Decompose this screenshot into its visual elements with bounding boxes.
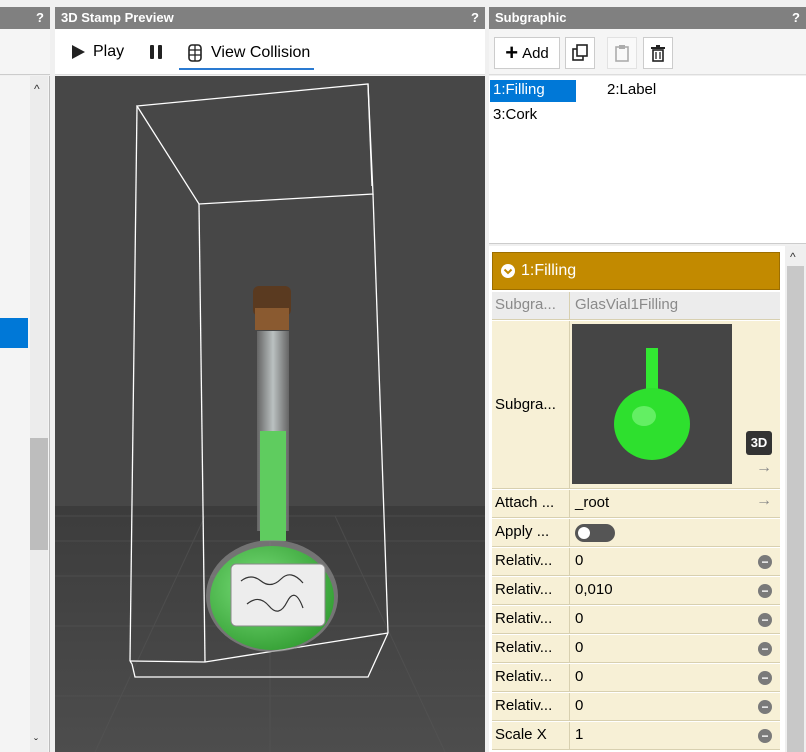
- add-label: Add: [522, 44, 549, 62]
- subgraphic-list[interactable]: 1:Filling 2:Label 3:Cork: [489, 76, 806, 244]
- property-value[interactable]: 0−: [570, 606, 780, 633]
- value-text: 0: [575, 610, 584, 627]
- pause-icon: [150, 45, 162, 59]
- copy-button[interactable]: [565, 37, 595, 69]
- property-key: Relativ...: [492, 664, 570, 691]
- value-text: 0: [575, 639, 584, 656]
- value-text: 1: [575, 726, 584, 743]
- filling-section-title: 1:Filling: [521, 262, 577, 279]
- property-row-relative: Relativ... 0−: [492, 548, 780, 576]
- property-value[interactable]: 0−: [570, 693, 780, 720]
- property-key: Relativ...: [492, 577, 570, 604]
- property-scrollbar-thumb[interactable]: [787, 266, 804, 752]
- minus-circle-icon[interactable]: −: [758, 642, 772, 656]
- subgraphic-title-text: Subgraphic: [495, 10, 567, 25]
- property-value[interactable]: 0−: [570, 664, 780, 691]
- arrow-right-icon[interactable]: →: [756, 492, 772, 510]
- property-key: Relativ...: [492, 635, 570, 662]
- chevron-down-icon: [501, 264, 515, 278]
- copy-icon: [572, 44, 588, 61]
- play-button[interactable]: Play: [69, 37, 124, 67]
- property-key: Scale X: [492, 722, 570, 749]
- 3d-viewport[interactable]: [55, 76, 485, 752]
- property-key: Apply ...: [492, 519, 570, 546]
- minus-circle-icon[interactable]: −: [758, 671, 772, 685]
- value-text: 0: [575, 552, 584, 569]
- property-row-attach: Attach ... _root →: [492, 490, 780, 518]
- play-icon: [72, 45, 85, 59]
- apply-toggle[interactable]: [575, 524, 615, 542]
- minus-circle-icon[interactable]: −: [758, 555, 772, 569]
- scroll-up-icon[interactable]: ^: [34, 82, 40, 96]
- scroll-down-icon[interactable]: ˇ: [34, 736, 38, 750]
- property-key: Relativ...: [492, 606, 570, 633]
- property-key: Subgra...: [492, 292, 570, 319]
- minus-circle-icon[interactable]: −: [758, 700, 772, 714]
- property-row-relative: Relativ... 0−: [492, 664, 780, 692]
- value-text: 0: [575, 697, 584, 714]
- 3d-badge[interactable]: 3D: [746, 431, 772, 455]
- property-key: Attach ...: [492, 490, 570, 517]
- property-row-subgraphic-preview: Subgra... 3D →: [492, 321, 780, 489]
- minus-circle-icon[interactable]: −: [758, 613, 772, 627]
- collision-icon: [188, 43, 202, 62]
- subgraphic-toolbar: + Add: [489, 29, 806, 75]
- left-help-button[interactable]: ?: [36, 10, 44, 25]
- property-value[interactable]: 1−: [570, 722, 780, 749]
- minus-circle-icon[interactable]: −: [758, 584, 772, 598]
- preview-panel-title: 3D Stamp Preview ?: [55, 7, 485, 29]
- property-row-relative: Relativ... 0,010 −: [492, 577, 780, 605]
- property-key: Relativ...: [492, 693, 570, 720]
- left-toolbar: [0, 29, 50, 75]
- preview-title-text: 3D Stamp Preview: [61, 10, 174, 25]
- left-scrollbar-thumb[interactable]: [30, 438, 48, 550]
- left-panel-title: ?: [0, 7, 50, 29]
- minus-circle-icon[interactable]: −: [758, 729, 772, 743]
- paste-button[interactable]: [607, 37, 637, 69]
- preview-toolbar: Play View Collision: [55, 29, 485, 75]
- left-list-selected-item[interactable]: [0, 318, 28, 348]
- add-button[interactable]: + Add: [494, 37, 560, 69]
- trash-icon: [651, 45, 665, 62]
- subgraphic-item-cork[interactable]: 3:Cork: [490, 105, 540, 127]
- left-scrollbar[interactable]: [30, 76, 48, 752]
- view-collision-button[interactable]: View Collision: [179, 37, 315, 70]
- pause-button[interactable]: [147, 37, 165, 67]
- plus-icon: +: [505, 40, 519, 65]
- filling-thumbnail: [572, 324, 732, 484]
- property-row-relative: Relativ... 0−: [492, 606, 780, 634]
- subgraphic-item-filling[interactable]: 1:Filling: [490, 80, 576, 102]
- property-value-apply: [570, 519, 780, 546]
- play-label: Play: [93, 43, 125, 60]
- property-value: GlasVial1Filling: [575, 296, 679, 313]
- delete-button[interactable]: [643, 37, 673, 69]
- filling-section-header[interactable]: 1:Filling: [492, 252, 780, 290]
- arrow-right-icon[interactable]: →: [756, 459, 772, 477]
- property-value-preview[interactable]: 3D →: [570, 321, 780, 488]
- property-value-attach[interactable]: _root →: [570, 490, 780, 517]
- subgraphic-panel-title: Subgraphic ?: [489, 7, 806, 29]
- value-text: 0,010: [575, 581, 613, 598]
- attach-value: _root: [575, 494, 610, 511]
- value-text: 0: [575, 668, 584, 685]
- property-row-apply: Apply ...: [492, 519, 780, 547]
- vial-scene: [55, 76, 485, 752]
- property-row-relative: Relativ... 0−: [492, 693, 780, 721]
- preview-help-button[interactable]: ?: [471, 10, 479, 25]
- subgraphic-help-button[interactable]: ?: [792, 10, 800, 25]
- property-row-relative: Relativ... 0−: [492, 635, 780, 663]
- property-row-scale-x: Scale X 1−: [492, 722, 780, 750]
- property-key: Subgra...: [492, 321, 570, 488]
- property-row-subgraphic-name: Subgra... GlasVial1Filling: [492, 292, 780, 320]
- subgraphic-item-label[interactable]: 2:Label: [604, 80, 659, 102]
- paste-icon: [615, 45, 629, 62]
- property-value[interactable]: 0−: [570, 635, 780, 662]
- view-collision-label: View Collision: [211, 43, 311, 61]
- property-value[interactable]: 0−: [570, 548, 780, 575]
- property-scroll-up-icon[interactable]: ^: [790, 250, 796, 264]
- property-grid: ^ 1:Filling Subgra... GlasVial1Filling S…: [489, 246, 806, 752]
- property-key: Relativ...: [492, 548, 570, 575]
- property-value[interactable]: 0,010 −: [570, 577, 780, 604]
